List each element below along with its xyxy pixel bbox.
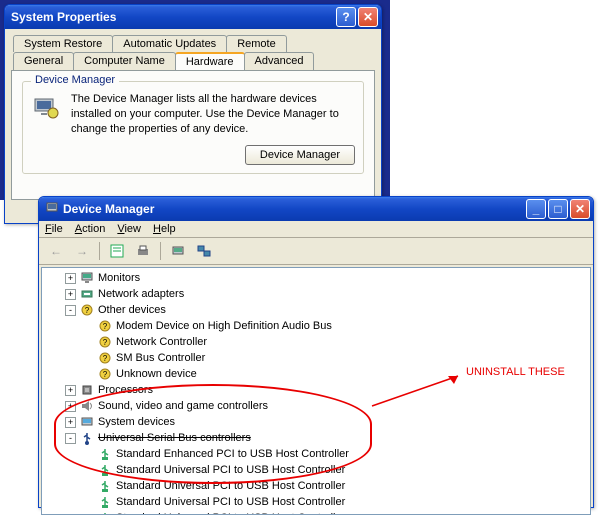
- close-button[interactable]: ✕: [570, 199, 590, 219]
- menu-file[interactable]: File: [45, 223, 63, 235]
- forward-button[interactable]: →: [71, 241, 93, 261]
- menu-view[interactable]: View: [117, 223, 141, 235]
- usb-ctrl-icon: [97, 447, 113, 461]
- app-icon: [45, 201, 59, 218]
- titlebar[interactable]: Device Manager _ □ ✕: [39, 197, 593, 221]
- system-properties-window: System Properties ? ✕ System Restore Aut…: [4, 4, 382, 224]
- tree-item[interactable]: Standard Universal PCI to USB Host Contr…: [44, 462, 588, 478]
- menu-action[interactable]: Action: [75, 223, 106, 235]
- tree-item[interactable]: ? Network Controller: [44, 334, 588, 350]
- window-title: Device Manager: [63, 202, 526, 216]
- print-icon[interactable]: [132, 241, 154, 261]
- system-icon: [79, 415, 95, 429]
- tree-item-label: System devices: [98, 416, 175, 428]
- tree-item-label: Other devices: [98, 304, 166, 316]
- help-button[interactable]: ?: [336, 7, 356, 27]
- tree-item[interactable]: -? Other devices: [44, 302, 588, 318]
- warn-icon: ?: [97, 351, 113, 365]
- tab-computer-name[interactable]: Computer Name: [73, 52, 176, 70]
- device-manager-button[interactable]: Device Manager: [245, 145, 355, 165]
- group-title: Device Manager: [31, 74, 119, 86]
- tree-item-label: Standard Enhanced PCI to USB Host Contro…: [116, 448, 349, 460]
- sound-icon: [79, 399, 95, 413]
- device-manager-icon: [31, 92, 61, 124]
- svg-text:?: ?: [103, 370, 108, 379]
- usb-icon: [79, 431, 95, 445]
- usb-ctrl-icon: [97, 511, 113, 515]
- expand-icon[interactable]: +: [65, 273, 76, 284]
- tab-advanced[interactable]: Advanced: [244, 52, 315, 70]
- tab-content: Device Manager The Device Manager lists …: [11, 70, 375, 200]
- tree-item[interactable]: + Sound, video and game controllers: [44, 398, 588, 414]
- tree-item-label: Standard Universal PCI to USB Host Contr…: [116, 480, 345, 492]
- device-manager-group: Device Manager The Device Manager lists …: [22, 81, 364, 174]
- tab-general[interactable]: General: [13, 52, 74, 70]
- svg-text:?: ?: [103, 354, 108, 363]
- tab-hardware[interactable]: Hardware: [175, 52, 245, 70]
- tree-item-label: Unknown device: [116, 368, 197, 380]
- svg-text:?: ?: [85, 306, 90, 315]
- scan-icon[interactable]: [167, 241, 189, 261]
- tree-item-label: Monitors: [98, 272, 140, 284]
- tree-item-label: Network Controller: [116, 336, 207, 348]
- tree-item-label: Sound, video and game controllers: [98, 400, 268, 412]
- annotation-label: UNINSTALL THESE: [466, 366, 565, 378]
- usb-ctrl-icon: [97, 495, 113, 509]
- tree-item-label: Modem Device on High Definition Audio Bu…: [116, 320, 332, 332]
- tree-item[interactable]: ? SM Bus Controller: [44, 350, 588, 366]
- tree-item[interactable]: + Monitors: [44, 270, 588, 286]
- tree-item[interactable]: + Processors: [44, 382, 588, 398]
- tree-item[interactable]: Standard Universal PCI to USB Host Contr…: [44, 494, 588, 510]
- maximize-button[interactable]: □: [548, 199, 568, 219]
- network-icon: [79, 287, 95, 301]
- collapse-icon[interactable]: -: [65, 305, 76, 316]
- tree-item[interactable]: Standard Universal PCI to USB Host Contr…: [44, 478, 588, 494]
- tree-item[interactable]: Standard Enhanced PCI to USB Host Contro…: [44, 446, 588, 462]
- properties-icon[interactable]: [106, 241, 128, 261]
- usb-ctrl-icon: [97, 479, 113, 493]
- tree-item-label: Universal Serial Bus controllers: [98, 432, 251, 444]
- tree-item[interactable]: + System devices: [44, 414, 588, 430]
- tree-item[interactable]: Standard Universal PCI to USB Host Contr…: [44, 510, 588, 515]
- tree-item[interactable]: - Universal Serial Bus controllers: [44, 430, 588, 446]
- svg-text:?: ?: [103, 322, 108, 331]
- tree-item-label: Standard Universal PCI to USB Host Contr…: [116, 496, 345, 508]
- close-button[interactable]: ✕: [358, 7, 378, 27]
- window-title: System Properties: [11, 10, 336, 24]
- tree-item[interactable]: ? Modem Device on High Definition Audio B…: [44, 318, 588, 334]
- titlebar[interactable]: System Properties ? ✕: [5, 5, 381, 29]
- cpu-icon: [79, 383, 95, 397]
- expand-icon[interactable]: +: [65, 385, 76, 396]
- svg-text:?: ?: [103, 338, 108, 347]
- warn-icon: ?: [97, 319, 113, 333]
- tree-item-label: Processors: [98, 384, 153, 396]
- group-text: The Device Manager lists all the hardwar…: [71, 92, 355, 137]
- back-button[interactable]: ←: [45, 241, 67, 261]
- tab-automatic-updates[interactable]: Automatic Updates: [112, 35, 227, 52]
- tab-remote[interactable]: Remote: [226, 35, 287, 52]
- warn-icon: ?: [97, 367, 113, 381]
- tree-item-label: Standard Universal PCI to USB Host Contr…: [116, 464, 345, 476]
- tree-item[interactable]: + Network adapters: [44, 286, 588, 302]
- refresh-icon[interactable]: [193, 241, 215, 261]
- usb-ctrl-icon: [97, 463, 113, 477]
- toolbar: ← →: [39, 238, 593, 265]
- device-tree[interactable]: + Monitors + Network adapters -? Other device…: [41, 267, 591, 515]
- menubar: File Action View Help: [39, 221, 593, 238]
- menu-help[interactable]: Help: [153, 223, 176, 235]
- tree-item-label: Network adapters: [98, 288, 184, 300]
- warn-icon: ?: [97, 335, 113, 349]
- tab-system-restore[interactable]: System Restore: [13, 35, 113, 52]
- device-manager-window: Device Manager _ □ ✕ File Action View He…: [38, 196, 594, 508]
- expand-icon[interactable]: +: [65, 289, 76, 300]
- minimize-button[interactable]: _: [526, 199, 546, 219]
- expand-icon[interactable]: +: [65, 401, 76, 412]
- tree-item-label: SM Bus Controller: [116, 352, 205, 364]
- expand-icon[interactable]: +: [65, 417, 76, 428]
- monitor-icon: [79, 271, 95, 285]
- collapse-icon[interactable]: -: [65, 433, 76, 444]
- unknown-icon: ?: [79, 303, 95, 317]
